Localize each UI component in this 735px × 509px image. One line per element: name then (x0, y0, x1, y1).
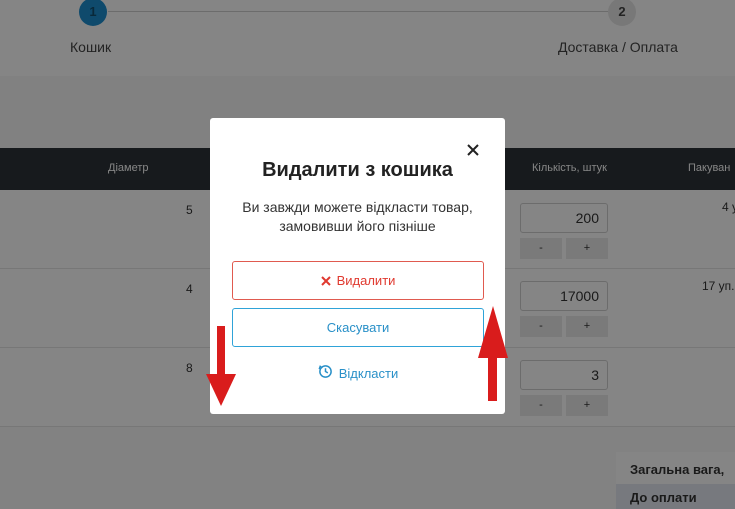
save-for-later-button[interactable]: Відкласти (232, 358, 484, 390)
close-icon[interactable] (465, 142, 481, 158)
delete-button[interactable]: Видалити (232, 261, 484, 300)
save-for-later-label: Відкласти (338, 366, 399, 381)
cancel-button[interactable]: Скасувати (232, 308, 484, 347)
arrow-up-icon (478, 306, 508, 401)
clock-history-icon (318, 359, 333, 391)
dialog-title: Видалити з кошика (262, 159, 453, 181)
arrow-down-icon (206, 326, 236, 406)
delete-button-label: Видалити (336, 273, 396, 288)
remove-from-cart-dialog: Видалити з кошика Ви завжди можете відкл… (210, 118, 505, 414)
cancel-button-label: Скасувати (326, 320, 390, 335)
dialog-message: Ви завжди можете відкласти товар, замови… (242, 199, 473, 234)
x-icon (320, 263, 331, 300)
